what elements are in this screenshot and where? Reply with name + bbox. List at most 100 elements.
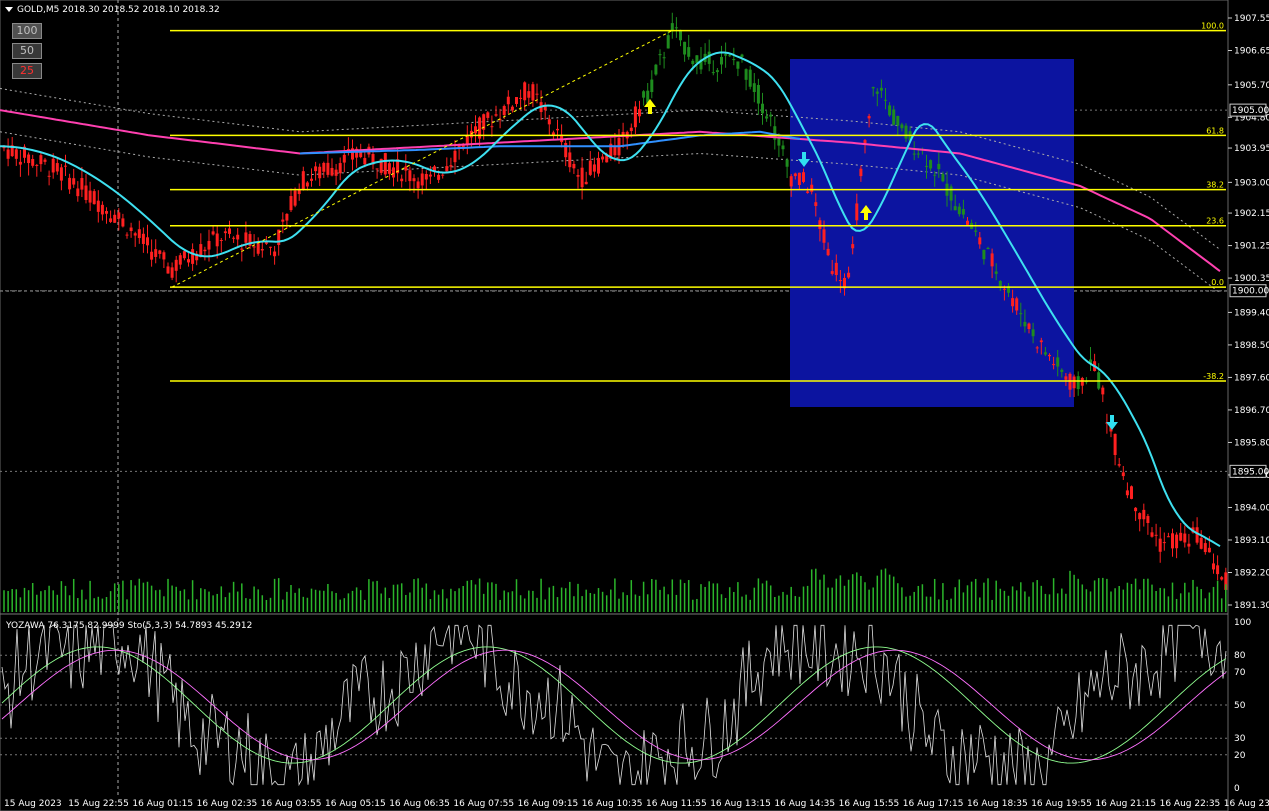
price-bar-body [51, 158, 55, 173]
price-bar-body [269, 246, 272, 248]
price-bar-body [363, 158, 367, 165]
price-tick-label: 1894.00 [1234, 503, 1269, 513]
price-bar-body [59, 167, 63, 181]
oscillator-level-label: 0 [1234, 784, 1240, 794]
price-bar-body [170, 267, 174, 278]
price-bar-body [47, 175, 51, 177]
price-bar-body [264, 242, 268, 244]
price-bar-body [875, 91, 879, 94]
price-bar-body [1130, 486, 1133, 499]
price-bar-body [39, 155, 43, 165]
price-bar-body [27, 154, 31, 164]
price-bar-body [1125, 490, 1129, 496]
price-bar-body [18, 161, 22, 165]
price-bar-body [510, 106, 514, 111]
price-bar-body [133, 233, 137, 236]
price-bar-body [494, 114, 498, 116]
price-bar-body [1076, 376, 1080, 390]
price-bar-body [806, 191, 810, 193]
symbol-info: GOLD,M5 2018.30 2018.52 2018.10 2018.32 [17, 5, 220, 15]
fib-level-label: 100.0 [1201, 22, 1224, 31]
price-bar-body [1203, 543, 1207, 553]
price-bar-body [797, 172, 801, 186]
price-bar-body [834, 262, 838, 276]
price-bar-body [244, 232, 248, 243]
price-bar-body [957, 206, 961, 215]
price-bar-body [158, 250, 162, 254]
price-marker-label: 1895.00 [1232, 467, 1269, 477]
price-bar-body [285, 213, 289, 221]
fib-level-label: 38.2 [1206, 181, 1224, 190]
price-bar-body [789, 176, 793, 187]
time-tick-label: 16 Aug 09:15 [518, 799, 579, 809]
price-bar-body [896, 115, 900, 126]
price-bar-body [707, 51, 711, 64]
price-bar-body [424, 174, 428, 180]
oscillator-level-label: 100 [1234, 618, 1251, 628]
price-bar-body [428, 174, 432, 177]
price-bar-body [949, 186, 953, 201]
time-tick-label: 16 Aug 05:15 [325, 799, 386, 809]
price-bar-body [888, 105, 892, 116]
price-bar-body [338, 163, 342, 174]
price-bar-body [966, 220, 969, 225]
zoom-25-button[interactable]: 25 [12, 63, 42, 79]
price-bar-body [961, 209, 965, 215]
price-bar-body [182, 251, 186, 259]
price-bar-body [1179, 532, 1183, 541]
price-bar-body [1212, 563, 1215, 570]
time-tick-label: 16 Aug 11:55 [646, 799, 707, 809]
price-bar-body [761, 103, 764, 114]
price-bar-body [129, 227, 133, 232]
price-bar-body [793, 173, 797, 177]
price-bar-body [6, 149, 10, 159]
price-bar-body [781, 145, 785, 150]
menu-triangle-icon[interactable] [4, 4, 16, 16]
price-bar-body [55, 163, 59, 172]
price-bar-body [420, 173, 424, 186]
price-bar-body [953, 206, 957, 211]
price-bar-body [736, 61, 740, 69]
price-bar-body [154, 249, 158, 257]
price-bar-body [1027, 323, 1031, 330]
price-bar-body [994, 271, 998, 274]
time-tick-label: 15 Aug 2023 [4, 799, 62, 809]
price-bar-body [392, 167, 395, 178]
price-bar-body [879, 87, 883, 91]
price-bar-body [867, 116, 871, 119]
price-bar-body [998, 280, 1002, 287]
price-bar-body [662, 57, 666, 59]
price-bar-body [527, 91, 531, 98]
price-bar-body [400, 178, 404, 182]
price-bar-body [1134, 507, 1138, 512]
price-bar-body [769, 114, 773, 117]
trading-chart[interactable]: 100.0 61.8 38.2 23.6 0.0 -38.2 100 80 70 50 30 20 0… [0, 0, 1269, 811]
price-bar-body [375, 168, 379, 170]
oscillator-level-label: 50 [1234, 701, 1246, 711]
price-bar-body [1019, 313, 1023, 315]
price-bar-body [884, 99, 887, 101]
price-tick-label: 1900.35 [1234, 274, 1269, 284]
price-bar-body [580, 167, 584, 188]
price-marker-label: 1900.00 [1232, 287, 1269, 297]
price-bar-body [1011, 298, 1015, 307]
zoom-100-button[interactable]: 100 [12, 23, 42, 39]
price-bar-body [744, 69, 748, 80]
time-tick-label: 16 Aug 03:55 [261, 799, 322, 809]
price-bar-body [437, 174, 441, 180]
price-bar-body [1199, 537, 1203, 549]
price-bar-body [334, 169, 338, 176]
price-bar-body [986, 247, 990, 250]
price-bar-body [547, 119, 551, 125]
price-bar-body [925, 165, 928, 167]
fib-level-label: 61.8 [1206, 126, 1224, 135]
zoom-50-button[interactable]: 50 [12, 43, 42, 59]
price-bar-body [502, 106, 506, 116]
highlight-box[interactable] [790, 59, 1074, 407]
price-bar-body [855, 203, 859, 221]
price-bar-body [1175, 534, 1179, 549]
price-bar-body [203, 249, 207, 252]
time-tick-label: 16 Aug 17:15 [903, 799, 964, 809]
price-bar-body [912, 153, 916, 155]
price-bar-body [1154, 534, 1158, 536]
